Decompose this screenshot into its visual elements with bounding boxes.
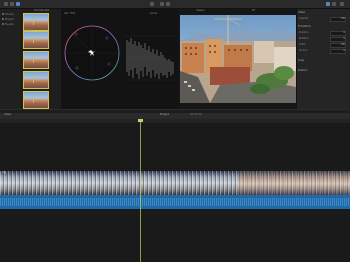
inspector-row-label: Anchor xyxy=(299,49,308,52)
playhead[interactable] xyxy=(140,119,141,262)
viewer-frame xyxy=(180,15,296,103)
inspector-row-label: Position xyxy=(299,31,309,34)
project-icon xyxy=(2,18,4,20)
key-icon[interactable] xyxy=(160,2,164,6)
sidebar-item-project[interactable]: Project xyxy=(2,18,14,21)
check-icon[interactable] xyxy=(166,2,170,6)
viewer-zoom-menu[interactable]: Fit xyxy=(252,9,255,13)
clip-thumbnail[interactable] xyxy=(23,71,49,89)
inspector-value-field[interactable]: 100 xyxy=(330,43,346,48)
media-toggle-icon[interactable] xyxy=(10,2,14,6)
import-icon[interactable] xyxy=(150,2,154,6)
waveform-scope xyxy=(124,32,176,84)
playhead-handle[interactable] xyxy=(138,119,143,122)
audio-waveform xyxy=(0,198,350,206)
inspector-value-field[interactable]: 0 xyxy=(330,49,346,54)
clip-thumbnail[interactable] xyxy=(23,31,49,49)
library-sidebar: Library Project Events xyxy=(0,9,21,109)
audio-toggle-icon[interactable] xyxy=(16,2,20,6)
inspector-section-video[interactable]: Video xyxy=(298,11,305,15)
inspector-value-field[interactable]: 0 xyxy=(330,37,346,42)
inspector-toggle-icon[interactable] xyxy=(326,2,330,6)
timeline-project-title: Project xyxy=(160,113,169,116)
inspector-value-field[interactable]: 100 xyxy=(330,17,346,22)
share-icon[interactable] xyxy=(340,2,344,6)
sidebar-item-library[interactable]: Library xyxy=(2,13,14,16)
inspector-section-crop[interactable]: Crop xyxy=(298,59,304,63)
events-icon xyxy=(2,23,4,25)
inspector-panel xyxy=(296,9,350,109)
waveform-label: Luma xyxy=(150,12,158,15)
clip-thumbnail[interactable] xyxy=(23,51,49,69)
app-window: Library Project Events Thumbnails clip 0… xyxy=(0,0,350,262)
timeline-clip-label: clip xyxy=(2,171,7,174)
vectorscope-label: Vec 75% xyxy=(64,12,76,15)
inspector-section-distort[interactable]: Distort xyxy=(298,69,307,73)
inspector-row-label: Opacity xyxy=(299,17,309,20)
vectorscope xyxy=(64,25,120,81)
library-icon xyxy=(2,13,4,15)
timeline-duration: 00:00:00 xyxy=(190,113,202,116)
inspector-row-label: Rotation xyxy=(299,37,309,40)
clip-thumbnail[interactable] xyxy=(23,91,49,109)
sidebar-item-events[interactable]: Events xyxy=(2,23,14,26)
library-toggle-icon[interactable] xyxy=(4,2,8,6)
timeline-video-clip-segment[interactable] xyxy=(238,171,350,195)
inspector-row-label: Scale xyxy=(299,43,306,46)
top-toolbar xyxy=(0,0,350,9)
timeline-toggle-icon[interactable] xyxy=(332,2,336,6)
timeline-index-button[interactable]: Index xyxy=(4,113,11,117)
viewer-title: Viewer xyxy=(196,9,205,12)
inspector-section-transform[interactable]: Transform xyxy=(298,25,311,29)
inspector-value-field[interactable]: 0 xyxy=(330,31,346,36)
